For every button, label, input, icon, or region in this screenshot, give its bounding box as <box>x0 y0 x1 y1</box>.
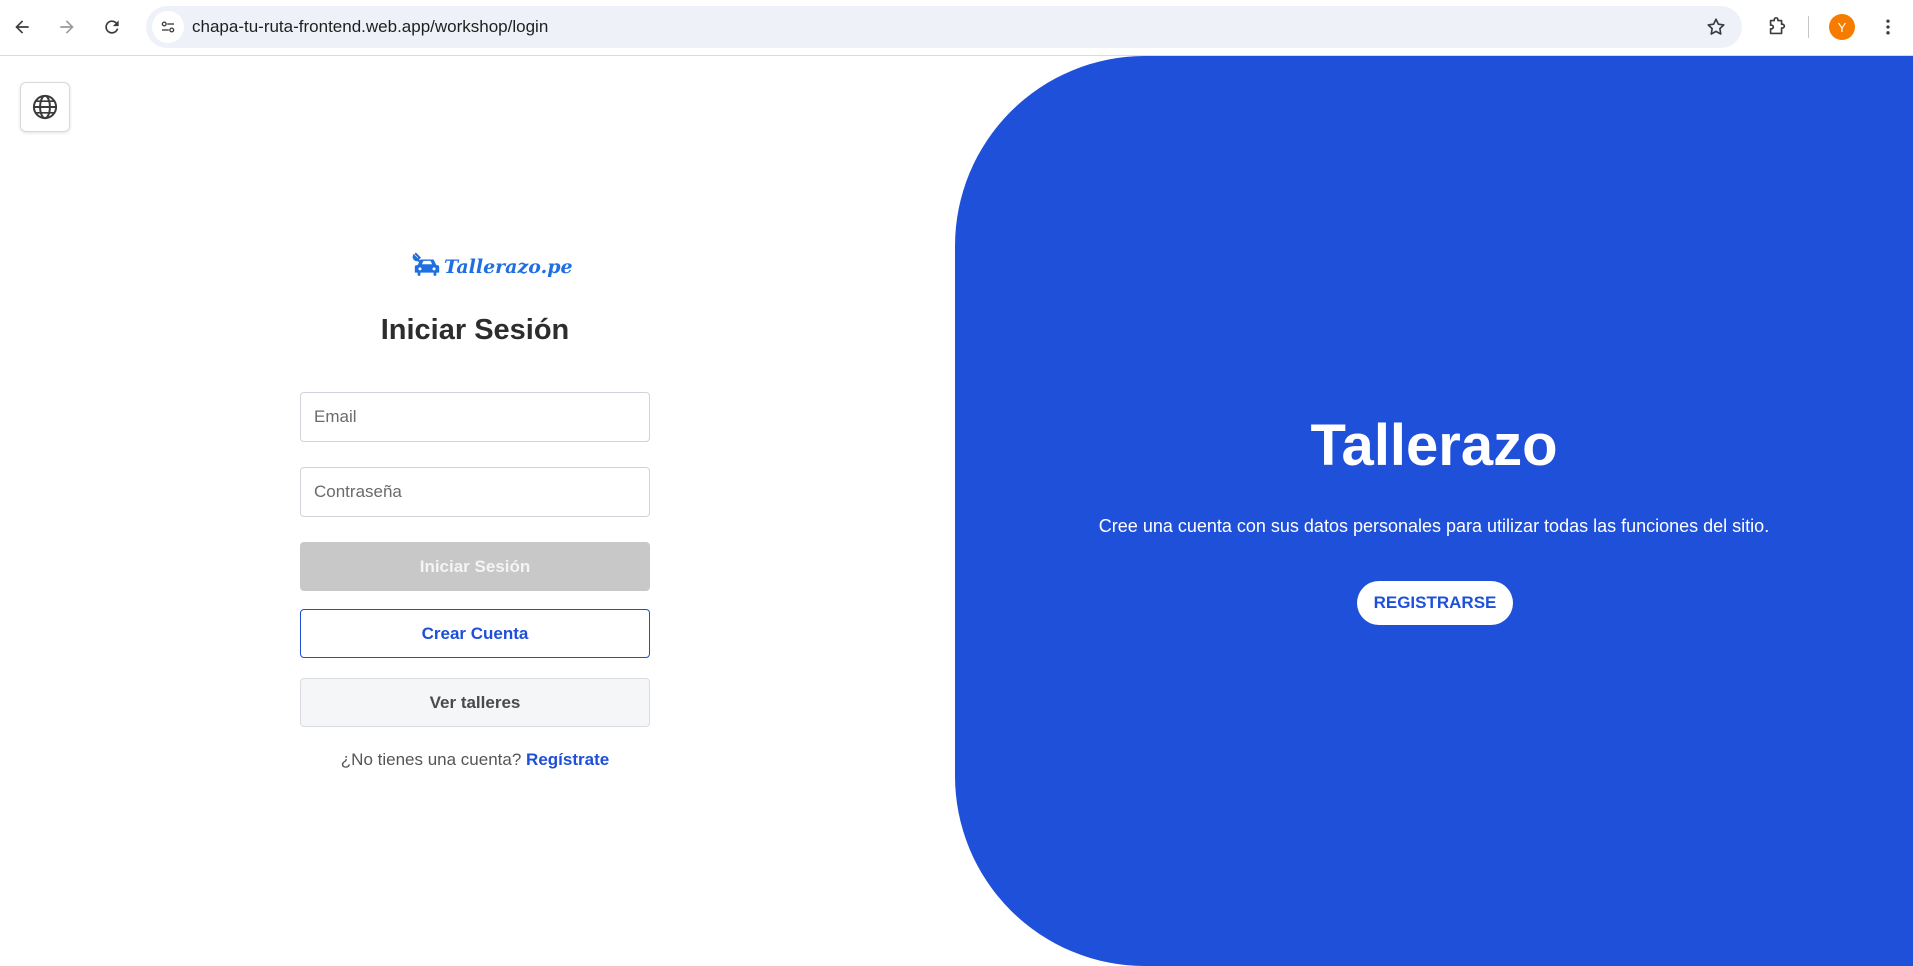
login-title: Iniciar Sesión <box>380 314 570 346</box>
forward-button[interactable] <box>49 9 85 45</box>
kebab-menu-icon <box>1886 19 1890 35</box>
reload-button[interactable] <box>94 9 130 45</box>
view-workshops-button[interactable]: Ver talleres <box>300 678 650 727</box>
browser-menu-button[interactable] <box>1874 13 1902 41</box>
brand-name: Tallerazo.pe <box>444 256 573 278</box>
back-arrow-icon <box>15 20 29 34</box>
extensions-button[interactable] <box>1762 12 1792 42</box>
toolbar-divider <box>1808 16 1809 38</box>
brand-logo: Tallerazo.pe <box>412 252 573 282</box>
language-button[interactable] <box>20 82 70 132</box>
panel-title: Tallerazo <box>1310 413 1558 478</box>
reload-icon <box>105 20 119 34</box>
extensions-puzzle-icon <box>1769 17 1786 35</box>
register-button[interactable]: REGISTRARSE <box>1357 581 1513 625</box>
login-button[interactable]: Iniciar Sesión <box>300 542 650 591</box>
url-text[interactable]: chapa-tu-ruta-frontend.web.app/workshop/… <box>192 17 548 37</box>
signup-prompt: ¿No tienes una cuenta? Regístrate <box>300 750 650 770</box>
browser-toolbar: chapa-tu-ruta-frontend.web.app/workshop/… <box>0 0 1913 56</box>
address-bar[interactable]: chapa-tu-ruta-frontend.web.app/workshop/… <box>146 6 1742 48</box>
email-input[interactable] <box>300 392 650 442</box>
register-link[interactable]: Regístrate <box>526 750 609 769</box>
panel-description: Cree una cuenta con sus datos personales… <box>1098 516 1770 536</box>
site-settings-icon <box>161 21 175 33</box>
bookmark-button[interactable] <box>1704 15 1728 39</box>
car-wrench-icon <box>412 252 440 276</box>
site-settings-button[interactable] <box>152 11 184 43</box>
back-button[interactable] <box>4 9 40 45</box>
password-input[interactable] <box>300 467 650 517</box>
no-account-text: ¿No tienes una cuenta? <box>340 750 522 769</box>
login-form: Tallerazo.pe Iniciar Sesión Iniciar Sesi… <box>300 56 650 966</box>
page-content: Tallerazo.pe Iniciar Sesión Iniciar Sesi… <box>0 56 1913 966</box>
profile-avatar[interactable]: Y <box>1829 14 1855 40</box>
bookmark-star-icon <box>1707 18 1725 35</box>
create-account-button[interactable]: Crear Cuenta <box>300 609 650 658</box>
register-panel: Tallerazo Cree una cuenta con sus datos … <box>955 56 1913 966</box>
forward-arrow-icon <box>60 20 74 34</box>
globe-icon <box>32 94 58 120</box>
